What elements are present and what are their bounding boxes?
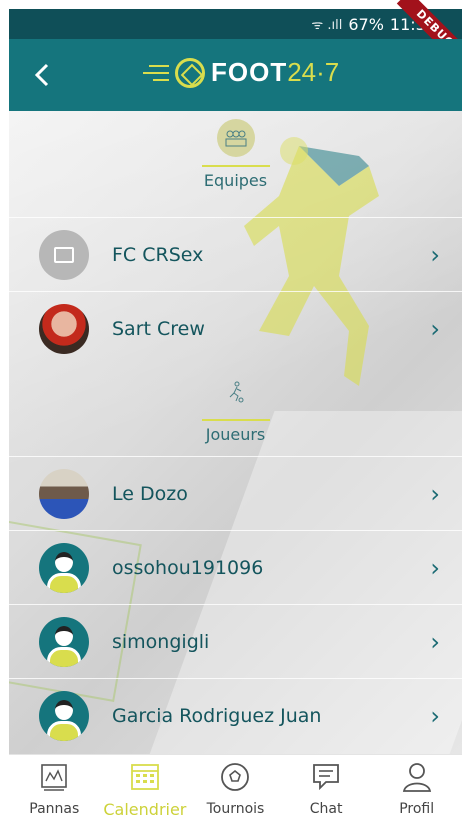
tab-label: Tournois: [206, 801, 265, 817]
avatar: [39, 303, 89, 354]
ball-icon: [221, 763, 250, 791]
image-placeholder-icon: [54, 246, 74, 263]
player-row[interactable]: simongigli ›: [9, 604, 462, 678]
battery-level: 67%: [348, 14, 384, 34]
players-section-header: Joueurs: [9, 373, 462, 444]
player-row[interactable]: ossohou191096 ›: [9, 530, 462, 604]
avatar: [39, 229, 89, 280]
profile-icon: [402, 763, 431, 792]
player-name: ossohou191096: [112, 556, 264, 579]
pannas-icon: [41, 764, 68, 791]
logo-text: FOOT: [211, 57, 288, 87]
team-row[interactable]: FC CRSex ›: [9, 217, 462, 291]
teams-section-header: Equipes: [9, 119, 462, 190]
back-button[interactable]: [27, 59, 59, 91]
player-row[interactable]: Le Dozo ›: [9, 456, 462, 530]
football-icon: [175, 57, 205, 88]
players-section-label: Joueurs: [201, 419, 270, 444]
chevron-right-icon: ›: [430, 314, 440, 343]
signal-icon: ᯤ .ıll: [311, 18, 343, 33]
tab-label: Chat: [309, 801, 343, 817]
avatar: [39, 616, 89, 667]
app-bar: FOOT 24·7: [9, 39, 462, 111]
chevron-right-icon: ›: [430, 701, 440, 730]
teams-section-label: Equipes: [201, 165, 270, 190]
tab-chat[interactable]: Chat: [281, 761, 371, 817]
avatar: [39, 690, 89, 741]
team-name: FC CRSex: [112, 243, 204, 266]
team-row[interactable]: Sart Crew ›: [9, 291, 462, 365]
chevron-right-icon: ›: [430, 479, 440, 508]
calendar-icon: [130, 763, 159, 790]
player-name: Le Dozo: [112, 482, 188, 505]
bottom-tab-bar: Pannas Calendrier Tournois Chat Profil: [9, 754, 462, 823]
player-row[interactable]: Garcia Rodriguez Juan ›: [9, 678, 462, 752]
player-name: simongigli: [112, 630, 210, 653]
clock: 11:35: [389, 14, 436, 34]
tab-label: Profil: [399, 801, 435, 817]
tab-label: Pannas: [29, 801, 80, 817]
chevron-left-icon: [34, 63, 49, 87]
team-icon: [216, 119, 255, 157]
content-area[interactable]: Equipes FC CRSex › Sart Crew › Joueurs L…: [9, 111, 462, 754]
player-icon: [217, 373, 255, 411]
chevron-right-icon: ›: [430, 240, 440, 269]
tab-tournois[interactable]: Tournois: [190, 761, 280, 817]
chevron-right-icon: ›: [430, 553, 440, 582]
chevron-right-icon: ›: [430, 627, 440, 656]
logo-accent-text: 24·7: [287, 57, 340, 87]
status-bar: ᯤ .ıll 67% 11:35: [9, 9, 462, 39]
tab-pannas[interactable]: Pannas: [9, 761, 99, 817]
avatar: [39, 468, 89, 519]
chat-icon: [313, 764, 339, 791]
tab-profil[interactable]: Profil: [372, 761, 462, 817]
avatar: [39, 542, 89, 593]
team-name: Sart Crew: [112, 317, 205, 340]
player-name: Garcia Rodriguez Juan: [112, 704, 322, 727]
tab-label: Calendrier: [103, 799, 187, 819]
tab-calendrier[interactable]: Calendrier: [100, 760, 190, 819]
speed-lines-icon: [143, 64, 169, 81]
app-logo: FOOT 24·7: [143, 57, 339, 88]
